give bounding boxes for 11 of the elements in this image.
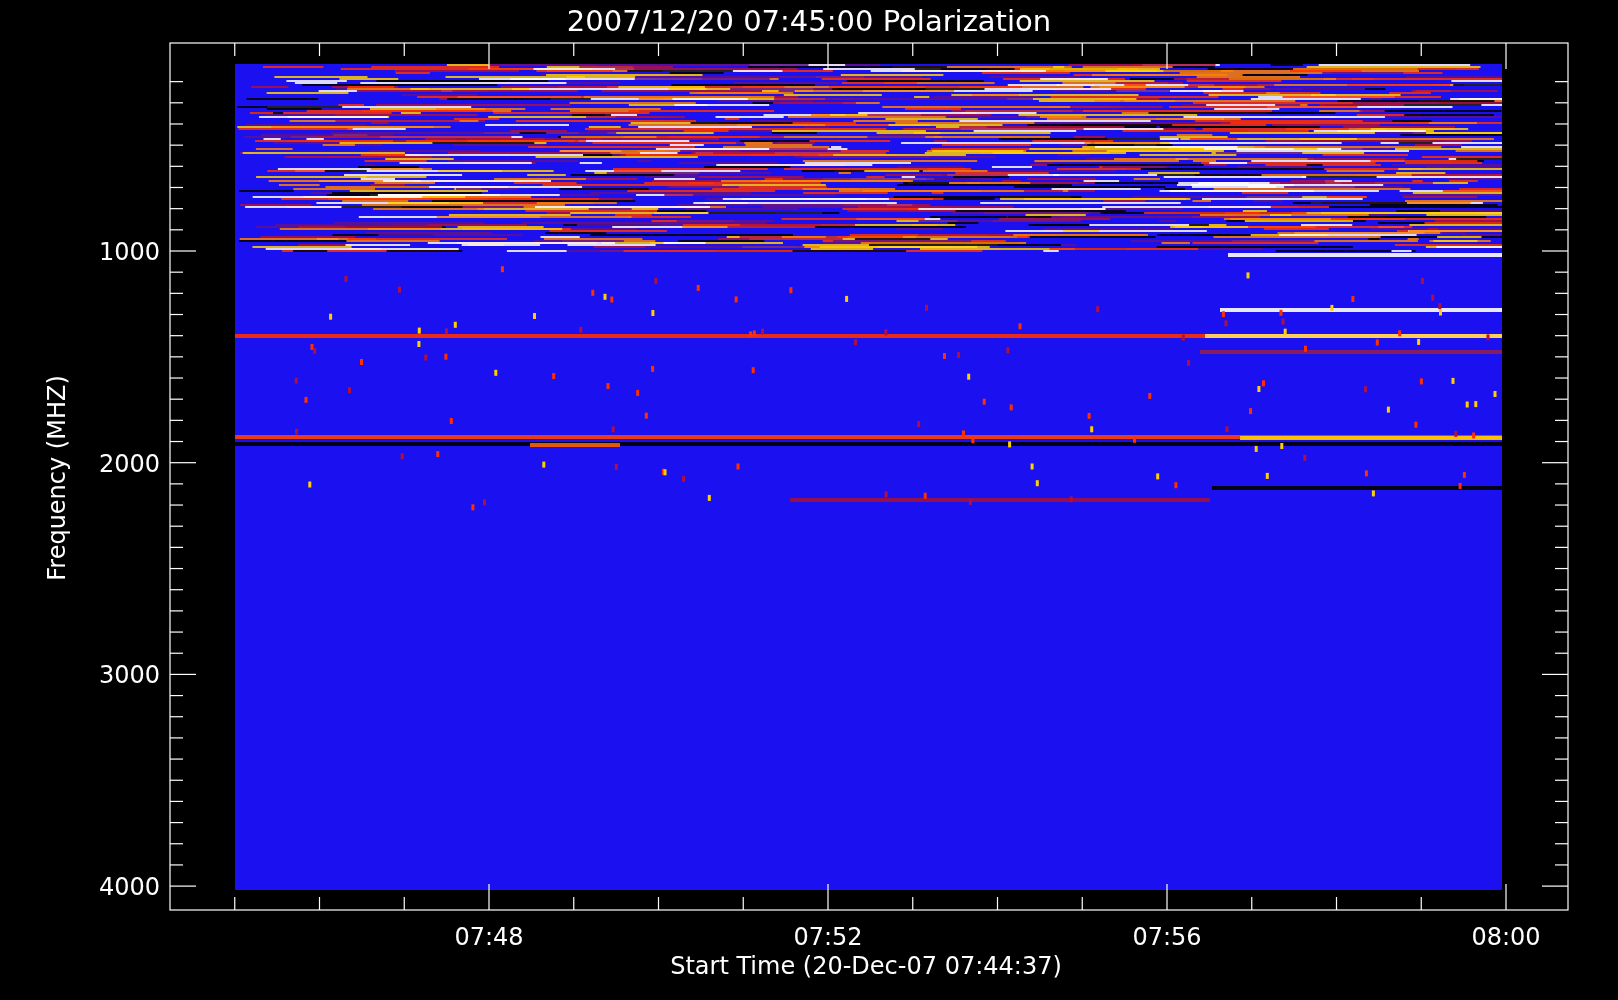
- chart-title: 2007/12/20 07:45:00 Polarization: [566, 4, 1052, 38]
- y-tick-label: 2000: [98, 449, 160, 478]
- x-tick-label: 07:56: [1132, 923, 1202, 951]
- x-tick-label: 07:48: [454, 923, 524, 951]
- x-tick-label: 07:52: [793, 923, 863, 951]
- y-axis-label: Frequency (MHZ): [43, 375, 71, 581]
- y-tick-label: 3000: [98, 661, 160, 690]
- x-axis-label: Start Time (20-Dec-07 07:44:37): [670, 952, 1062, 980]
- y-tick-label: 4000: [98, 873, 160, 902]
- x-tick-label: 08:00: [1471, 923, 1541, 951]
- y-tick-label: 1000: [98, 238, 160, 266]
